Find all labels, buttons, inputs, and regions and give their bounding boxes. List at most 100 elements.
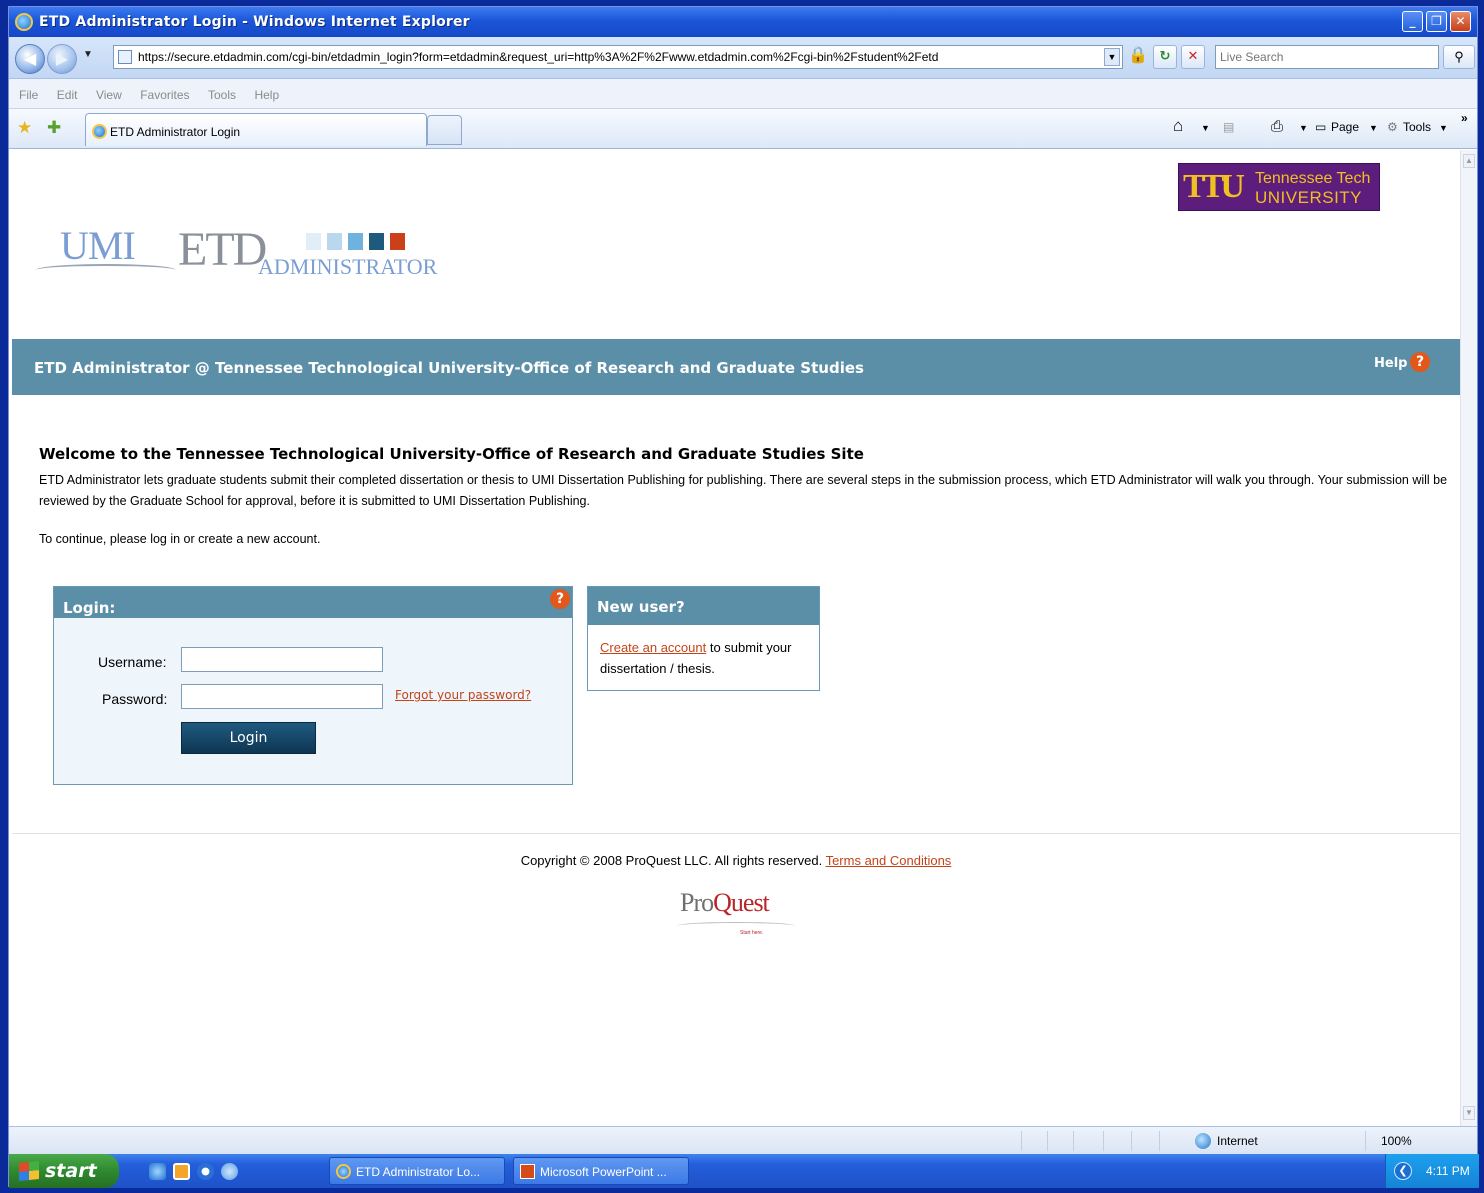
quicklaunch-media-icon[interactable]: [197, 1163, 214, 1180]
stop-button[interactable]: ✕: [1181, 45, 1205, 69]
proquest-logo: ProQuest: [680, 888, 770, 918]
status-divider: [1159, 1131, 1160, 1151]
username-label: Username:: [98, 654, 167, 670]
print-dropdown-icon[interactable]: ▼: [1299, 123, 1308, 133]
search-icon[interactable]: ⚲: [1443, 45, 1475, 69]
page-dropdown-icon[interactable]: ▼: [1369, 123, 1378, 133]
windows-flag-icon: [19, 1160, 39, 1182]
menu-edit[interactable]: Edit: [57, 88, 78, 102]
status-divider: [1103, 1131, 1104, 1151]
taskbar-item-label: ETD Administrator Lo...: [356, 1165, 481, 1179]
welcome-text: ETD Administrator lets graduate students…: [39, 473, 1448, 508]
ttu-logo-line1: Tennessee Tech: [1255, 170, 1371, 187]
refresh-button[interactable]: ↻: [1153, 45, 1177, 69]
new-tab-button[interactable]: [427, 115, 462, 145]
tab-etd-login[interactable]: ETD Administrator Login: [85, 113, 427, 146]
username-field-wrap: [181, 647, 383, 672]
tools-dropdown-icon[interactable]: ▼: [1439, 123, 1448, 133]
status-divider: [1365, 1131, 1366, 1151]
welcome-heading: Welcome to the Tennessee Technological U…: [39, 445, 864, 463]
site-header-bar: ETD Administrator @ Tennessee Technologi…: [12, 339, 1460, 395]
copyright-text: Copyright © 2008 ProQuest LLC. All right…: [520, 853, 826, 868]
scroll-down-icon[interactable]: ▼: [1463, 1106, 1475, 1120]
menu-tools[interactable]: Tools: [208, 88, 236, 102]
status-divider: [1131, 1131, 1132, 1151]
zoom-level[interactable]: 100%: [1381, 1134, 1412, 1148]
lock-icon[interactable]: 🔒: [1127, 45, 1149, 69]
page-content: TTU Tennessee Tech UNIVERSITY UMI ETD AD…: [12, 150, 1460, 1126]
create-account-link[interactable]: Create an account: [600, 640, 706, 655]
tray-expand-icon[interactable]: ❮: [1394, 1162, 1412, 1180]
chevron-more-icon[interactable]: »: [1461, 111, 1468, 125]
etd-logo-text: ETD: [178, 223, 267, 276]
system-tray: ❮ 4:11 PM: [1385, 1154, 1479, 1188]
search-input[interactable]: [1216, 46, 1438, 68]
address-dropdown-icon[interactable]: ▼: [1104, 48, 1120, 66]
login-panel-header: Login:: [54, 587, 572, 618]
site-header-title: ETD Administrator @ Tennessee Technologi…: [34, 359, 864, 377]
close-button[interactable]: ✕: [1450, 11, 1471, 32]
page-menu[interactable]: Page: [1331, 120, 1359, 134]
password-label: Password:: [102, 691, 168, 707]
administrator-logo-text: ADMINISTRATOR: [258, 254, 438, 279]
quicklaunch-ie-icon[interactable]: [149, 1163, 166, 1180]
ttu-logo-line2: UNIVERSITY: [1255, 188, 1363, 207]
login-button[interactable]: Login: [181, 722, 316, 754]
forward-button[interactable]: ▶: [47, 44, 77, 74]
taskbar-item-ie[interactable]: ETD Administrator Lo...: [329, 1157, 505, 1185]
menu-favorites[interactable]: Favorites: [140, 88, 189, 102]
tennessee-tech-logo[interactable]: TTU Tennessee Tech UNIVERSITY: [1178, 163, 1380, 211]
address-url[interactable]: https://secure.etdadmin.com/cgi-bin/etda…: [138, 50, 938, 64]
new-user-body: Create an account to submit your dissert…: [600, 637, 812, 679]
continue-text: To continue, please log in or create a n…: [39, 532, 321, 546]
history-dropdown-icon[interactable]: ▼: [83, 49, 93, 60]
home-dropdown-icon[interactable]: ▼: [1201, 123, 1210, 133]
print-icon[interactable]: ⎙: [1271, 118, 1283, 135]
copyright-line: Copyright © 2008 ProQuest LLC. All right…: [12, 853, 1460, 868]
vertical-scrollbar[interactable]: ▲ ▼: [1460, 150, 1477, 1126]
quicklaunch-outlook-icon[interactable]: [173, 1163, 190, 1180]
username-input[interactable]: [182, 648, 382, 671]
scroll-up-icon[interactable]: ▲: [1463, 154, 1475, 168]
home-icon[interactable]: ⌂: [1173, 116, 1183, 136]
taskbar-item-label: Microsoft PowerPoint ...: [540, 1165, 667, 1179]
menu-view[interactable]: View: [96, 88, 122, 102]
proquest-pro: Pro: [680, 888, 714, 917]
address-toolbar: ◀ ▶ ▼ https://secure.etdadmin.com/cgi-bi…: [9, 37, 1477, 79]
status-divider: [1073, 1131, 1074, 1151]
add-favorite-icon[interactable]: ✚: [47, 118, 61, 138]
clock[interactable]: 4:11 PM: [1426, 1164, 1470, 1178]
new-user-header: New user?: [588, 587, 819, 625]
internet-explorer-icon: [336, 1164, 351, 1179]
restore-button[interactable]: ❐: [1426, 11, 1447, 32]
security-zone[interactable]: Internet: [1217, 1134, 1258, 1148]
umi-swoosh: [36, 264, 176, 276]
start-button[interactable]: start: [9, 1154, 119, 1188]
favorites-star-icon[interactable]: ★: [17, 118, 32, 138]
taskbar-item-powerpoint[interactable]: Microsoft PowerPoint ...: [513, 1157, 689, 1185]
address-bar[interactable]: https://secure.etdadmin.com/cgi-bin/etda…: [113, 45, 1123, 69]
password-input[interactable]: [182, 685, 382, 708]
quicklaunch-messenger-icon[interactable]: [221, 1163, 238, 1180]
tools-menu[interactable]: Tools: [1403, 120, 1431, 134]
help-link[interactable]: Help: [1374, 356, 1407, 371]
internet-zone-icon: [1195, 1133, 1211, 1149]
help-icon[interactable]: ?: [1410, 352, 1430, 372]
login-heading: Login:: [63, 599, 116, 617]
search-box[interactable]: [1215, 45, 1439, 69]
menu-file[interactable]: File: [19, 88, 38, 102]
terms-link[interactable]: Terms and Conditions: [826, 853, 952, 868]
title-bar: ETD Administrator Login - Windows Intern…: [9, 7, 1477, 37]
login-help-icon[interactable]: ?: [550, 589, 570, 609]
tab-label: ETD Administrator Login: [110, 125, 241, 139]
forgot-password-link[interactable]: Forgot your password?: [395, 688, 531, 702]
minimize-button[interactable]: _: [1402, 11, 1423, 32]
feeds-icon[interactable]: ▤: [1223, 120, 1234, 134]
status-bar: Internet 100%: [9, 1126, 1477, 1154]
umi-logo-text: UMI: [60, 223, 136, 268]
new-user-heading: New user?: [597, 598, 685, 616]
back-button[interactable]: ◀: [15, 44, 45, 74]
browser-window: ETD Administrator Login - Windows Intern…: [8, 6, 1479, 1188]
proquest-quest: Quest: [713, 888, 770, 917]
menu-help[interactable]: Help: [254, 88, 279, 102]
